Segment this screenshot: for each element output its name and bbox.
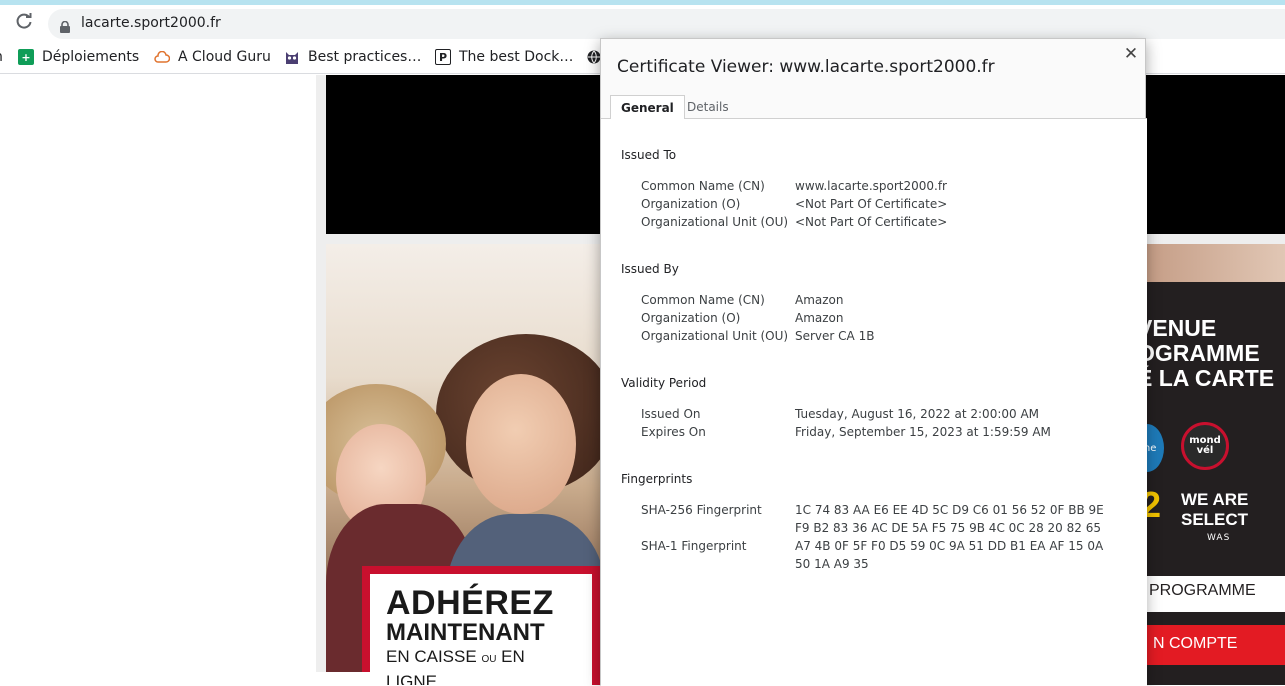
bookmark-label: A Cloud Guru [178,49,271,65]
bookmark-a-cloud-guru[interactable]: A Cloud Guru [154,47,271,67]
sha256-value-line1: 1C 74 83 AA E6 EE 4D 5C D9 C6 01 56 52 0… [795,503,1104,517]
issued-by-ou-label: Organizational Unit (OU) [641,329,789,343]
issued-by-cn-value: Amazon [795,293,844,307]
bookmark-label: Déploiements [42,49,140,65]
bookmark-label: Best practices… [308,49,422,65]
programme-button[interactable]: PROGRAMME [1145,576,1285,612]
sha256-value-line2: F9 B2 83 36 AC DE 5A F5 75 9B 4C 0C 28 2… [795,521,1101,535]
partner-select-line: WE ARE [1181,490,1249,509]
sha1-value-line1: A7 4B 0F 5F F0 D5 59 0C 9A 51 DD B1 EA A… [795,539,1104,553]
promo-subheadline: MAINTENANT [386,619,545,646]
dialog-title: Certificate Viewer: www.lacarte.sport200… [617,57,995,77]
close-icon[interactable]: ✕ [1121,44,1141,64]
create-account-button[interactable]: N COMPTE [1145,625,1285,665]
certificate-viewer-dialog: Certificate Viewer: www.lacarte.sport200… [600,38,1147,686]
expires-on-label: Expires On [641,425,706,439]
address-bar[interactable]: lacarte.sport2000.fr [48,9,1285,39]
issued-by-cn-label: Common Name (CN) [641,293,765,307]
partner-badge-mondovelo: mond vél [1181,422,1229,470]
promo-channel-or: OU [481,654,497,665]
section-validity-period: Validity Period [621,376,707,390]
program-title-line: OGRAMME [1145,340,1260,366]
issued-to-ou-value: <Not Part Of Certificate> [795,215,948,229]
page-bottom-strip [0,672,376,685]
page-left-blank [0,75,316,685]
program-panel: VENUE OGRAMME É LA CARTE gne mond vél 2 … [1145,244,1285,685]
hero-photo-part [466,374,576,514]
cloud-icon [154,49,170,65]
promo-channels: EN CAISSE OU EN LIGNE [386,646,576,685]
sha1-value-line2: 50 1A A9 35 [795,557,869,571]
partner-badge-blue: gne [1145,424,1164,472]
dialog-tabs: General Details [601,93,1147,120]
bookmark-the-best-dock[interactable]: P The best Dock… [435,47,573,67]
bookmark-label: The best Dock… [459,49,574,65]
issued-to-cn-value: www.lacarte.sport2000.fr [795,179,947,193]
program-photo [1145,244,1285,282]
plus-icon: + [18,49,34,65]
issued-on-label: Issued On [641,407,701,421]
tab-general[interactable]: General [610,95,685,120]
program-title-line: VENUE [1145,315,1217,341]
issued-to-ou-label: Organizational Unit (OU) [641,215,789,229]
section-issued-to: Issued To [621,148,677,162]
url-text[interactable]: lacarte.sport2000.fr [81,15,221,31]
issued-to-cn-label: Common Name (CN) [641,179,765,193]
general-tab-panel: Issued To Common Name (CN) www.lacarte.s… [601,119,1147,686]
promo-card[interactable]: ADHÉREZ MAINTENANT EN CAISSE OU EN LIGNE [362,566,600,685]
bookmark-deploiements[interactable]: + Déploiements [18,47,139,67]
partner-was: WAS [1207,533,1231,543]
program-title-line: É LA CARTE [1145,365,1275,391]
expires-on-value: Friday, September 15, 2023 at 1:59:59 AM [795,425,1051,439]
promo-channel-store: EN CAISSE [386,647,477,666]
bookmark-best-practices[interactable]: Best practices… [284,47,421,67]
lock-icon[interactable] [60,18,70,33]
issued-to-o-label: Organization (O) [641,197,741,211]
section-fingerprints: Fingerprints [621,472,693,486]
sha256-label: SHA-256 Fingerprint [641,503,762,517]
partner-number: 2 [1145,484,1162,525]
page-divider [316,75,326,685]
sha1-label: SHA-1 Fingerprint [641,539,747,553]
issued-by-o-label: Organization (O) [641,311,741,325]
promo-card-inner: ADHÉREZ MAINTENANT EN CAISSE OU EN LIGNE [370,574,592,685]
issued-to-o-value: <Not Part Of Certificate> [795,197,948,211]
bookmark-overflow-fragment[interactable]: n [0,47,3,67]
section-issued-by: Issued By [621,262,679,276]
partner-select: WE ARE SELECT [1181,490,1251,530]
issued-on-value: Tuesday, August 16, 2022 at 2:00:00 AM [795,407,1040,421]
issued-by-o-value: Amazon [795,311,844,325]
program-title: VENUE OGRAMME É LA CARTE [1145,316,1285,391]
browser-toolbar: lacarte.sport2000.fr [0,5,1285,41]
issued-by-ou-value: Server CA 1B [795,329,875,343]
promo-headline: ADHÉREZ [386,584,554,622]
owl-icon [284,49,300,65]
hero-image: ADHÉREZ MAINTENANT EN CAISSE OU EN LIGNE [326,244,601,685]
reload-icon[interactable] [14,13,34,33]
partner-select-line: SELECT [1181,510,1249,529]
tab-details[interactable]: Details [677,95,739,120]
p-icon: P [435,49,451,65]
